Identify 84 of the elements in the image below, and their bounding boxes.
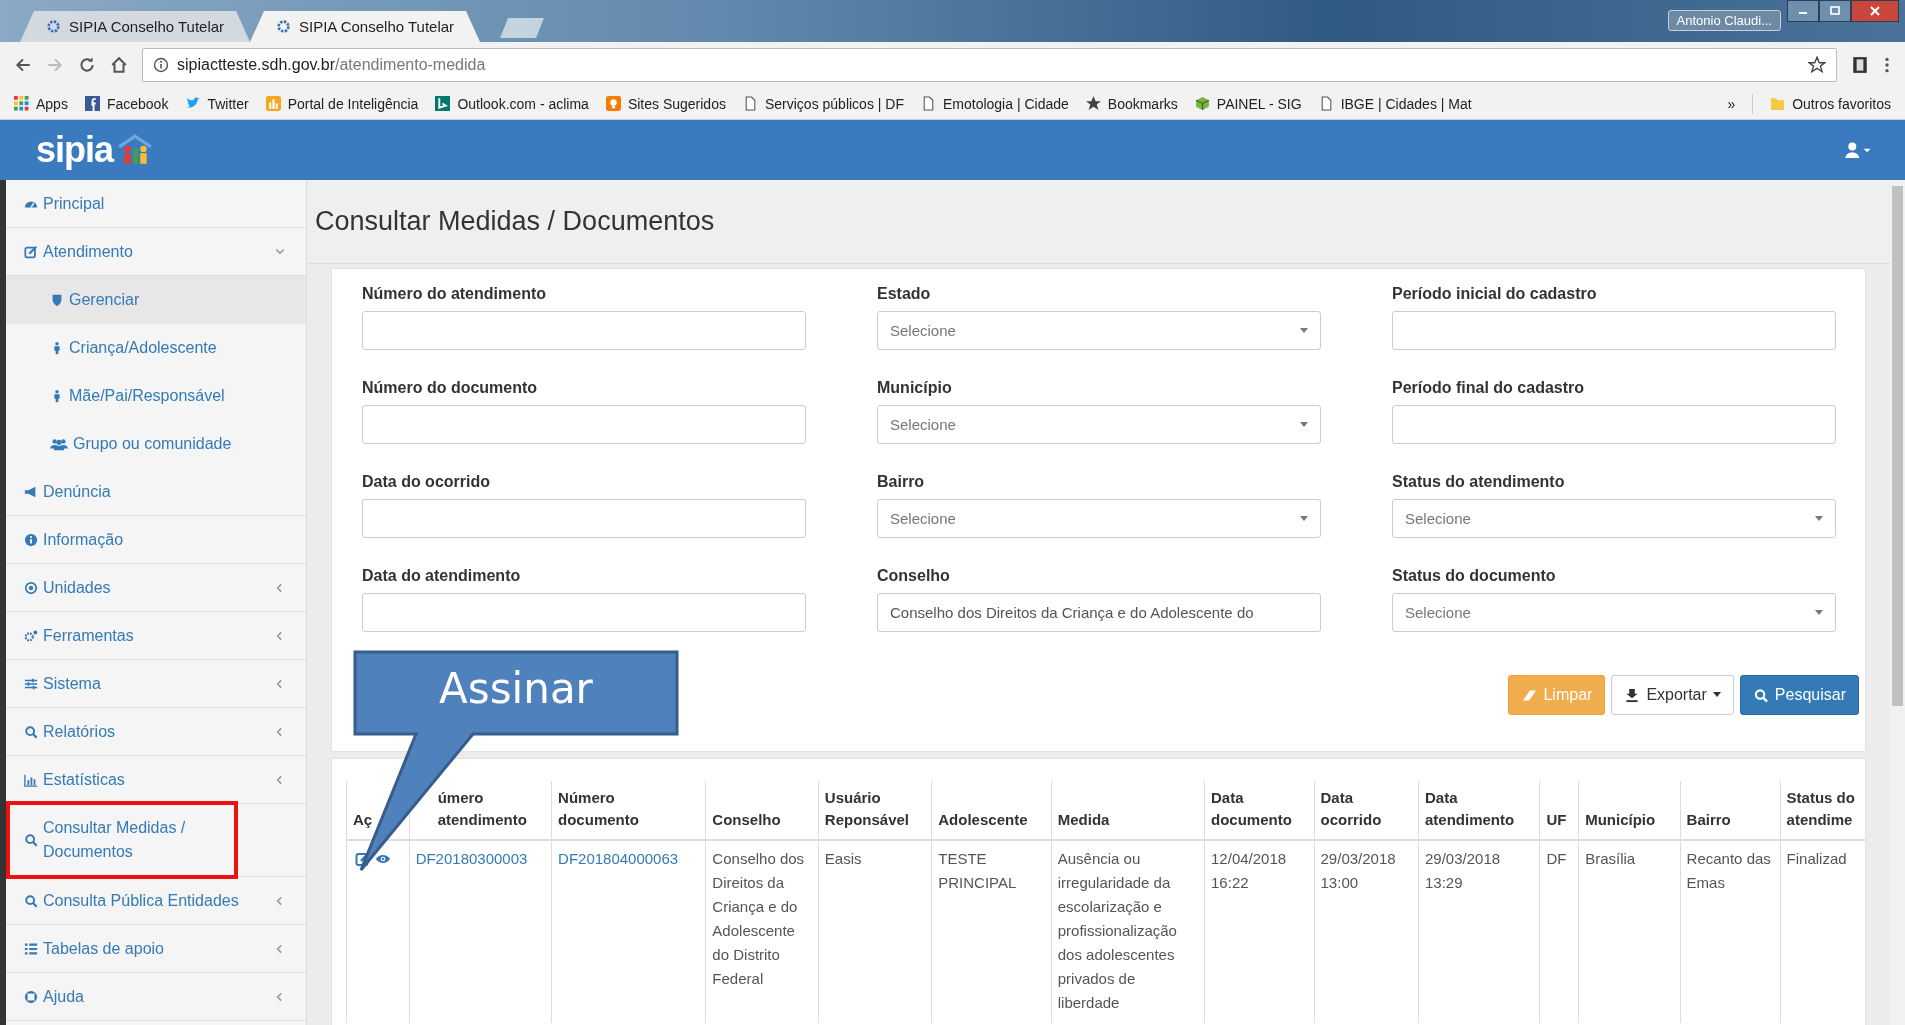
column-header: Medida [1051,781,1205,840]
table-cell: TESTE PRINCIPAL [931,840,1052,1023]
bookmark[interactable]: Bookmarks [1085,95,1178,112]
select-field[interactable]: Selecione [1392,499,1836,538]
bookmark[interactable]: Sites Sugeridos [605,95,726,112]
export-button[interactable]: Exportar [1611,675,1734,715]
sidebar-item[interactable]: Relatórios [6,708,306,756]
field-label: Status do documento [1392,567,1557,585]
sidebar-subitem[interactable]: Grupo ou comunidade [6,420,306,468]
profile-button[interactable]: Antonio Claudi... [1667,10,1781,31]
table-cell: Easis [818,840,932,1023]
sidebar-item[interactable]: Sistema [6,660,306,708]
column-header: Usuário Reponsável [818,781,932,840]
sidebar-item[interactable]: Consultar Medidas / Documentos [6,804,306,877]
sidebar-item[interactable]: Ferramentas [6,612,306,660]
browser-tab[interactable]: SIPIA Conselho Tutelar [250,11,480,42]
page-title: Consultar Medidas / Documentos [315,206,715,237]
bookmark[interactable]: PAINEL - SIG [1194,95,1302,112]
column-header: Bairro [1680,781,1781,840]
table-cell: Conselho dos Direitos da Criança e do Adolescente do Distrito Federal [705,840,819,1023]
bookmark-folder[interactable]: Outros favoritos [1770,95,1891,112]
column-header: Adolescente [931,781,1052,840]
tab-title: SIPIA Conselho Tutelar [69,18,225,35]
sidebar-subitem[interactable]: Criança/Adolescente [6,324,306,372]
table-cell: DF [1539,840,1579,1023]
column-header: Data documento [1204,781,1315,840]
column-header: UF [1539,781,1579,840]
field-label: Estado [877,285,932,303]
bookmark[interactable]: Twitter [185,95,249,112]
field-label: Período final do cadastro [1392,379,1586,397]
field-label: Número do atendimento [362,285,547,303]
search-button[interactable]: Pesquisar [1739,675,1859,715]
table-cell: Recanto das Emas [1680,840,1781,1023]
logo-text: sipia [36,129,114,171]
column-header: Número documento [551,781,706,840]
record-link[interactable]: DF20180300003 [415,850,528,867]
input-field[interactable]: Conselho dos Direitos da Criança e do Adolescente do [877,593,1321,632]
column-header: Status do atendime [1780,781,1865,840]
select-field[interactable]: Selecione [877,405,1321,444]
sidebar-item[interactable]: Informação [6,516,306,564]
sidebar-item[interactable]: Denúncia [6,468,306,516]
callout-text: Assinar [438,664,594,713]
sidebar-item[interactable]: Ajuda [6,973,306,1021]
browser-tab[interactable]: SIPIA Conselho Tutelar [20,11,250,42]
field-label: Período inicial do cadastro [1392,285,1598,303]
select-field[interactable]: Selecione [877,311,1321,350]
field-label: Município [877,379,953,397]
bookmark[interactable]: Facebook [84,95,169,112]
sidebar-item[interactable]: Consulta Pública Entidades [6,877,306,925]
sidebar-item[interactable]: Tabelas de apoio [6,925,306,973]
sidebar-item[interactable]: Estatísticas [6,756,306,804]
table-cell: Ausência ou irregularidade da escolarização e profissionalização dos adolescentes privados de liberdade [1051,840,1205,1023]
url-text: sipiactteste.sdh.gov.br/atendimento-medida [177,56,487,74]
select-field[interactable]: Selecione [1392,593,1836,632]
more-bookmarks-button[interactable]: » [1727,95,1736,112]
table-cell: 12/04/2018 16:22 [1204,840,1315,1023]
bookmark[interactable]: Apps [14,95,68,112]
column-header: Data ocorrido [1314,781,1419,840]
sidebar-subitem[interactable]: Mãe/Pai/Responsável [6,372,306,420]
bookmark[interactable]: Portal de Inteligência [265,95,419,112]
sidebar-item[interactable]: Principal [6,180,306,228]
sidebar-subitem[interactable]: Gerenciar [6,276,306,324]
field-label: Conselho [877,567,951,585]
bookmark[interactable]: Emotologia | Cidade [920,95,1069,112]
bookmark[interactable]: Outlook.com - aclima [435,95,589,112]
field-label: Status do atendimento [1392,473,1566,491]
record-link[interactable]: DF201804000063 [558,850,679,867]
column-header: Conselho [705,781,819,840]
bookmark[interactable]: Serviços públicos | DF [742,95,904,112]
column-header: Data atendimento [1418,781,1540,840]
bookmark[interactable]: IBGE | Cidades | Mat [1318,95,1472,112]
tab-title: SIPIA Conselho Tutelar [299,18,455,35]
select-field[interactable]: Selecione [877,499,1321,538]
table-cell: Finalizad [1780,840,1865,1023]
column-header: Município [1578,781,1681,840]
table-cell: 29/03/2018 13:00 [1314,840,1419,1023]
table-cell: 29/03/2018 13:29 [1418,840,1540,1023]
table-cell: Brasília [1578,840,1681,1023]
address-bar[interactable]: sipiactteste.sdh.gov.br/atendimento-medida [142,48,1837,82]
field-label: Bairro [877,473,926,491]
field-label: Data do ocorrido [362,473,491,491]
field-label: Data do atendimento [362,567,522,585]
field-label: Número do documento [362,379,539,397]
sidebar-item[interactable]: Unidades [6,564,306,612]
